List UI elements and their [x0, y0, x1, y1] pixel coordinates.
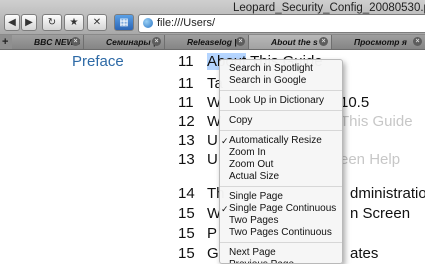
- reload-button[interactable]: ↻: [42, 14, 62, 31]
- menu-separator: [220, 130, 342, 131]
- menu-separator: [220, 90, 342, 91]
- forward-button[interactable]: ▶: [21, 14, 37, 31]
- bookmarks-icon[interactable]: ▦: [114, 14, 134, 31]
- menu-item-two-pages[interactable]: Two Pages: [220, 215, 342, 227]
- menu-item-label: Copy: [229, 115, 253, 126]
- menu-item-label: Zoom Out: [229, 159, 274, 170]
- menu-item-zoom-out[interactable]: Zoom Out: [220, 159, 342, 171]
- menu-separator: [220, 186, 342, 187]
- menu-separator: [220, 110, 342, 111]
- toc-entry-tail: 10.5: [340, 94, 370, 111]
- toc-entry-tail: This Guide: [340, 113, 413, 130]
- globe-icon: [143, 18, 153, 28]
- tab-bar: + BBC NEWS | × Семинары | × Releaselog | × …: [0, 35, 425, 50]
- tab-label: Семинары |: [106, 37, 156, 47]
- toc-entry-text: U: [207, 151, 218, 168]
- menu-item-label: Look Up in Dictionary: [229, 95, 325, 106]
- menu-item-copy[interactable]: Copy: [220, 115, 342, 127]
- toc-page-number: 14: [178, 185, 195, 202]
- menu-item-label: Actual Size: [229, 171, 280, 182]
- menu-item-single-page[interactable]: Single Page: [220, 191, 342, 203]
- menu-item-actual-size[interactable]: Actual Size: [220, 171, 342, 183]
- toc-row[interactable]: 14 Th: [178, 185, 225, 203]
- tab-label: Просмотр я: [354, 37, 407, 47]
- title-bar: Leopard_Security_Config_20080530.pdf (ap…: [0, 0, 425, 35]
- url-text: file:///Users/: [157, 17, 216, 29]
- toc-entry-text: P: [207, 225, 218, 242]
- menu-item-label: Two Pages: [229, 215, 279, 226]
- context-menu: Search in Spotlight Search in Google Look …: [219, 59, 343, 264]
- menu-item-look-up-in-dictionary[interactable]: Look Up in Dictionary: [220, 95, 342, 107]
- pdf-document: Preface 11About This Guide11Ta11W10.512W…: [0, 50, 425, 262]
- toc-entry-tail: dministration: [350, 185, 425, 202]
- menu-item-search-in-spotlight[interactable]: Search in Spotlight: [220, 63, 342, 75]
- menu-item-label: Automatically Resize: [229, 135, 322, 146]
- menu-item-label: Next Page: [229, 247, 276, 258]
- toc-page-number: 13: [178, 151, 195, 168]
- menu-item-single-page-continuous[interactable]: ✓ Single Page Continuous: [220, 203, 342, 215]
- star-button[interactable]: ✕: [87, 14, 107, 31]
- toc-row[interactable]: 12 W: [178, 113, 221, 131]
- tab-bbc-news[interactable]: BBC NEWS | ×: [12, 35, 84, 49]
- tab-about[interactable]: About the s ×: [249, 35, 332, 49]
- toc-page-number: 15: [178, 225, 195, 242]
- close-icon[interactable]: ×: [319, 37, 328, 46]
- close-icon[interactable]: ×: [413, 37, 422, 46]
- preface-heading: Preface: [72, 53, 124, 70]
- checkmark-icon: ✓: [221, 204, 229, 214]
- checkmark-icon: ✓: [221, 136, 229, 146]
- toc-page-number: 12: [178, 113, 195, 130]
- menu-item-search-in-google[interactable]: Search in Google: [220, 75, 342, 87]
- toc-page-number: 11: [178, 75, 194, 92]
- toc-row[interactable]: 15 P: [178, 225, 217, 243]
- toc-row[interactable]: 13 U: [178, 132, 218, 150]
- toc-page-number: 11: [178, 53, 194, 70]
- toc-entry-tail: een Help: [340, 151, 401, 168]
- toc-entry-text: U: [207, 132, 218, 149]
- tab-preview[interactable]: Просмотр я ×: [332, 35, 425, 49]
- address-bar[interactable]: file:///Users/: [138, 14, 425, 33]
- menu-item-zoom-in[interactable]: Zoom In: [220, 147, 342, 159]
- menu-item-label: Single Page Continuous: [229, 203, 337, 214]
- toc-entry-text: G: [207, 245, 219, 262]
- toc-page-number: 11: [178, 94, 194, 111]
- menu-separator: [220, 242, 342, 243]
- tab-releaselog[interactable]: Releaselog | ×: [165, 35, 249, 49]
- toc-page-number: 15: [178, 205, 195, 222]
- toc-row[interactable]: 13 U: [178, 151, 218, 169]
- menu-item-label: Single Page: [229, 191, 283, 202]
- toc-entry-tail: n Screen: [350, 205, 411, 222]
- tab-label: Releaselog |: [187, 37, 237, 47]
- menu-item-label: Two Pages Continuous: [229, 227, 332, 238]
- bookmark-button[interactable]: ★: [64, 14, 84, 31]
- tab-label: About the s: [271, 37, 318, 47]
- toc-row[interactable]: 11 Ta: [178, 75, 223, 93]
- toc-row[interactable]: 15 G: [178, 245, 219, 263]
- toc-entry-tail: ates: [350, 245, 379, 262]
- close-icon[interactable]: ×: [236, 37, 245, 46]
- tab-seminars[interactable]: Семинары | ×: [84, 35, 165, 49]
- back-button[interactable]: ◀: [4, 14, 20, 31]
- close-icon[interactable]: ×: [152, 37, 161, 46]
- new-tab-icon[interactable]: +: [2, 35, 8, 49]
- toc-row[interactable]: 15 W: [178, 205, 221, 223]
- menu-item-next-page[interactable]: Next Page: [220, 247, 342, 259]
- toc-page-number: 15: [178, 245, 195, 262]
- menu-item-label: Search in Spotlight: [229, 63, 313, 74]
- menu-item-label: Zoom In: [229, 147, 266, 158]
- close-icon[interactable]: ×: [71, 37, 80, 46]
- menu-item-label: Search in Google: [229, 75, 307, 86]
- menu-item-automatically-resize[interactable]: ✓ Automatically Resize: [220, 135, 342, 147]
- toc-row[interactable]: 11 W: [178, 94, 221, 112]
- menu-item-two-pages-continuous[interactable]: Two Pages Continuous: [220, 227, 342, 239]
- toc-page-number: 13: [178, 132, 195, 149]
